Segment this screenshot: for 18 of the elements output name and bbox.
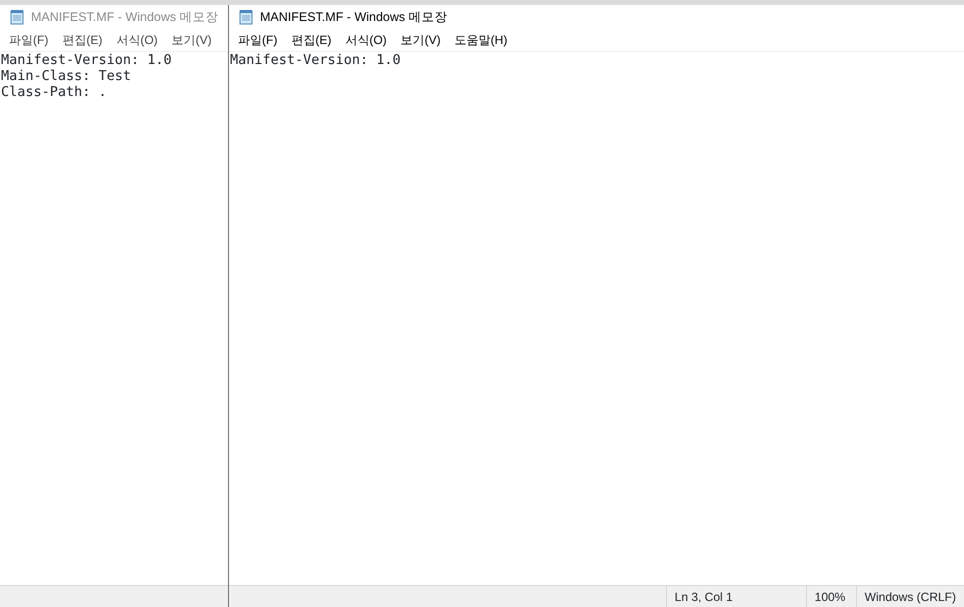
zoom-level: 100% [806, 586, 856, 607]
menu-item[interactable]: 보기(V) [394, 31, 448, 49]
text-editor[interactable]: Manifest-Version: 1.0 Main-Class: Test Class-Path: . [0, 52, 228, 585]
menu-item[interactable]: 편집(E) [55, 31, 110, 49]
menu-item[interactable]: 파일(F) [231, 31, 284, 49]
menu-item[interactable]: 편집(E) [284, 31, 338, 49]
window-title: MANIFEST.MF - Windows 메모장 [31, 8, 219, 26]
text-editor[interactable]: Manifest-Version: 1.0 [229, 52, 964, 585]
menu-item[interactable]: 파일(F) [2, 31, 56, 49]
notepad-icon [238, 9, 254, 25]
window-title: MANIFEST.MF - Windows 메모장 [260, 8, 448, 26]
menu-item[interactable]: 보기(V) [164, 31, 219, 49]
notepad-icon [9, 9, 25, 25]
menu-item[interactable]: 서식(O) [109, 31, 165, 49]
line-ending: Windows (CRLF) [856, 586, 964, 607]
menu-item[interactable]: 도움말(H) [448, 31, 514, 49]
cursor-position: Ln 3, Col 1 [666, 586, 806, 607]
menu-item[interactable]: 서식(O) [338, 31, 394, 49]
